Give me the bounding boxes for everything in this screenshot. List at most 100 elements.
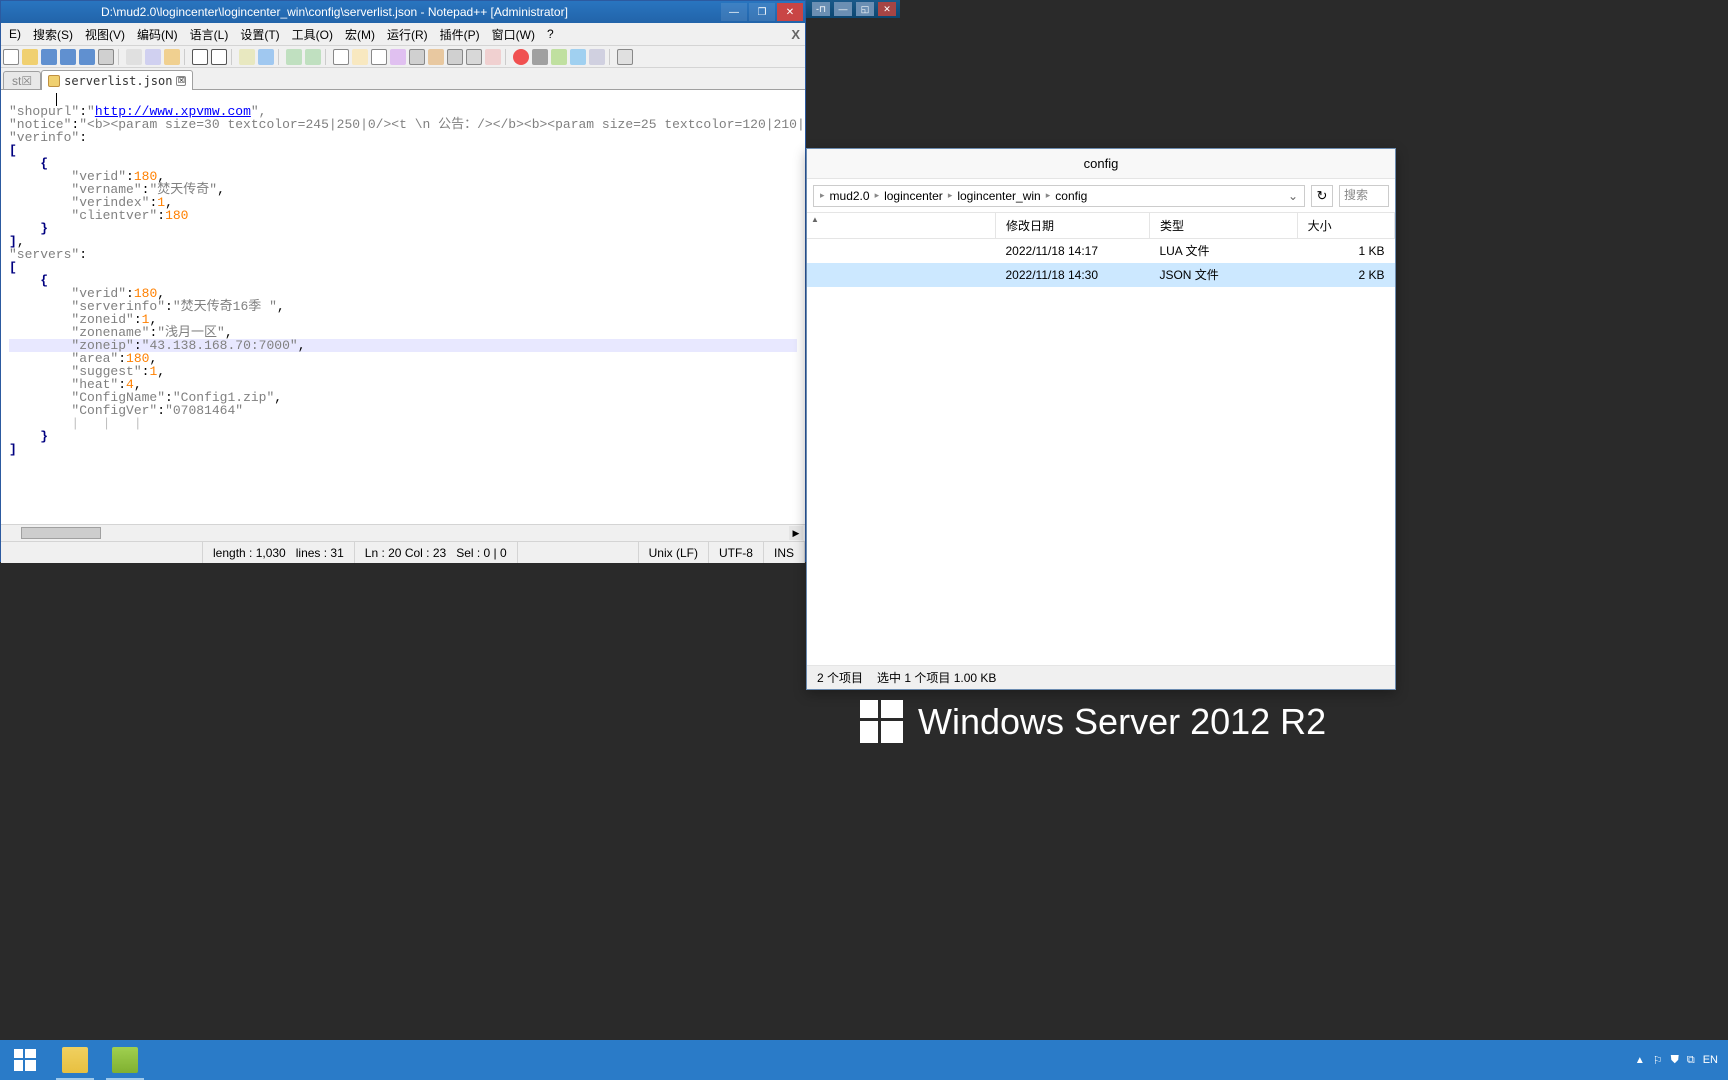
breadcrumb-logincenter[interactable]: logincenter — [881, 189, 946, 203]
toolbar-find-icon[interactable] — [239, 49, 255, 65]
breadcrumb-mud20[interactable]: mud2.0 — [827, 189, 873, 203]
tray-lang[interactable]: EN — [1703, 1054, 1718, 1066]
rdp-pin-icon[interactable]: -⊓ — [812, 2, 830, 16]
refresh-icon: ↻ — [1317, 188, 1328, 204]
toolbar-playmulti-icon[interactable] — [570, 49, 586, 65]
column-name[interactable]: ▲ — [807, 213, 996, 239]
toolbar-zoomin-icon[interactable] — [286, 49, 302, 65]
tray-network-icon[interactable]: ⧉ — [1687, 1054, 1695, 1067]
toolbar-undo-icon[interactable] — [192, 49, 208, 65]
toolbar-closeall-icon[interactable] — [79, 49, 95, 65]
toolbar-separator — [325, 49, 329, 65]
toolbar-docmap-icon[interactable] — [428, 49, 444, 65]
toolbar-monitor-icon[interactable] — [485, 49, 501, 65]
toolbar-cut-icon[interactable] — [126, 49, 142, 65]
toolbar-paste-icon[interactable] — [164, 49, 180, 65]
status-position: Ln : 20 Col : 23 Sel : 0 | 0 — [355, 542, 518, 563]
menu-run[interactable]: 运行(R) — [381, 24, 434, 45]
refresh-button[interactable]: ↻ — [1311, 185, 1333, 207]
tray-security-icon[interactable]: ⛊ — [1671, 1054, 1679, 1067]
notepadpp-icon — [112, 1047, 138, 1073]
toolbar-print-icon[interactable] — [98, 49, 114, 65]
toolbar-save-icon[interactable] — [41, 49, 57, 65]
rdp-close-button[interactable]: ✕ — [878, 2, 896, 16]
breadcrumb-dropdown-icon[interactable]: ⌄ — [1282, 189, 1304, 203]
tray-overflow-icon[interactable]: ▲ — [1635, 1055, 1645, 1066]
chevron-right-icon[interactable]: ▸ — [1044, 190, 1053, 201]
toolbar-userlang-icon[interactable] — [409, 49, 425, 65]
toolbar-replace-icon[interactable] — [258, 49, 274, 65]
menu-file[interactable]: E) — [3, 25, 27, 43]
menu-view[interactable]: 视图(V) — [79, 24, 131, 45]
horizontal-scrollbar[interactable]: ▶ — [1, 524, 805, 541]
taskbar-explorer-button[interactable] — [50, 1040, 100, 1080]
toolbar-wrap-icon[interactable] — [352, 49, 368, 65]
toolbar-zoomout-icon[interactable] — [305, 49, 321, 65]
toolbar-saveall-icon[interactable] — [60, 49, 76, 65]
document-tab-close-button[interactable]: ☒ — [176, 76, 186, 86]
menu-macro[interactable]: 宏(M) — [339, 24, 381, 45]
toolbar-open-icon[interactable] — [22, 49, 38, 65]
menu-help[interactable]: ? — [541, 25, 560, 43]
menu-encoding[interactable]: 编码(N) — [131, 24, 184, 45]
breadcrumb[interactable]: ▸ mud2.0 ▸ logincenter ▸ logincenter_win… — [813, 185, 1305, 207]
breadcrumb-config[interactable]: config — [1052, 189, 1090, 203]
column-headers[interactable]: ▲ 修改日期 类型 大小 — [807, 213, 1395, 239]
menu-tools[interactable]: 工具(O) — [286, 24, 339, 45]
chevron-right-icon[interactable]: ▸ — [873, 190, 882, 201]
sort-ascending-icon: ▲ — [811, 215, 819, 224]
toolbar-new-icon[interactable] — [3, 49, 19, 65]
menu-language[interactable]: 语言(L) — [184, 24, 235, 45]
file-row[interactable]: 2022/11/18 14:30 JSON 文件 2 KB — [807, 263, 1395, 287]
notepadpp-titlebar: D:\mud2.0\logincenter\logincenter_win\co… — [1, 1, 805, 23]
menu-window[interactable]: 窗口(W) — [486, 24, 541, 45]
search-input[interactable]: 搜索 — [1339, 185, 1389, 207]
column-type[interactable]: 类型 — [1149, 213, 1297, 239]
menu-search[interactable]: 搜索(S) — [27, 24, 79, 45]
status-eol: Unix (LF) — [639, 542, 709, 563]
toolbar-indent-icon[interactable] — [390, 49, 406, 65]
explorer-file-list[interactable]: ▲ 修改日期 类型 大小 2022/11/18 14:17 LUA 文件 1 K… — [807, 213, 1395, 665]
rdp-minimize-button[interactable]: — — [834, 2, 852, 16]
menu-settings[interactable]: 设置(T) — [234, 24, 285, 45]
column-date[interactable]: 修改日期 — [996, 213, 1150, 239]
editor-area[interactable]: "shopurl":"http://www.xpvmw.com", "notic… — [1, 90, 805, 524]
breadcrumb-logincenterwin[interactable]: logincenter_win — [954, 189, 1043, 203]
chevron-right-icon[interactable]: ▸ — [818, 190, 827, 201]
document-tab-label: serverlist.json — [64, 74, 172, 88]
chevron-right-icon[interactable]: ▸ — [946, 190, 955, 201]
toolbar-funclist-icon[interactable] — [447, 49, 463, 65]
notepadpp-window: D:\mud2.0\logincenter\logincenter_win\co… — [0, 0, 806, 562]
tray-flag-icon[interactable]: ⚐ — [1653, 1054, 1663, 1067]
toolbar-saverec-icon[interactable] — [589, 49, 605, 65]
window-maximize-button[interactable]: ❐ — [749, 3, 775, 21]
toolbar-extra-icon[interactable] — [617, 49, 633, 65]
scrollbar-thumb[interactable] — [21, 527, 101, 539]
document-tabs: st☒ serverlist.json ☒ — [1, 68, 805, 90]
system-tray[interactable]: ▲ ⚐ ⛊ ⧉ EN — [1635, 1054, 1728, 1067]
column-size[interactable]: 大小 — [1297, 213, 1394, 239]
toolbar-allchars-icon[interactable] — [371, 49, 387, 65]
file-row[interactable]: 2022/11/18 14:17 LUA 文件 1 KB — [807, 239, 1395, 263]
document-tab-active[interactable]: serverlist.json ☒ — [41, 70, 193, 90]
toolbar-sync-icon[interactable] — [333, 49, 349, 65]
start-button[interactable] — [0, 1040, 50, 1080]
rdp-fullscreen-button[interactable]: ◱ — [856, 2, 874, 16]
scrollbar-right-button[interactable]: ▶ — [789, 526, 803, 540]
status-bar: length : 1,030 lines : 31 Ln : 20 Col : … — [1, 541, 805, 563]
code-content[interactable]: "shopurl":"http://www.xpvmw.com", "notic… — [1, 90, 805, 458]
taskbar-notepadpp-button[interactable] — [100, 1040, 150, 1080]
status-encoding: UTF-8 — [709, 542, 764, 563]
toolbar-copy-icon[interactable] — [145, 49, 161, 65]
document-tab-truncated[interactable]: st☒ — [3, 71, 41, 89]
window-minimize-button[interactable]: — — [721, 3, 747, 21]
document-group-close-button[interactable]: X — [791, 27, 800, 42]
toolbar-play-icon[interactable] — [551, 49, 567, 65]
toolbar-folder-icon[interactable] — [466, 49, 482, 65]
toolbar-redo-icon[interactable] — [211, 49, 227, 65]
window-close-button[interactable]: ✕ — [777, 3, 803, 21]
menu-plugins[interactable]: 插件(P) — [434, 24, 486, 45]
selection-info: 选中 1 个项目 1.00 KB — [877, 669, 996, 686]
toolbar-record-icon[interactable] — [513, 49, 529, 65]
toolbar-stop-icon[interactable] — [532, 49, 548, 65]
